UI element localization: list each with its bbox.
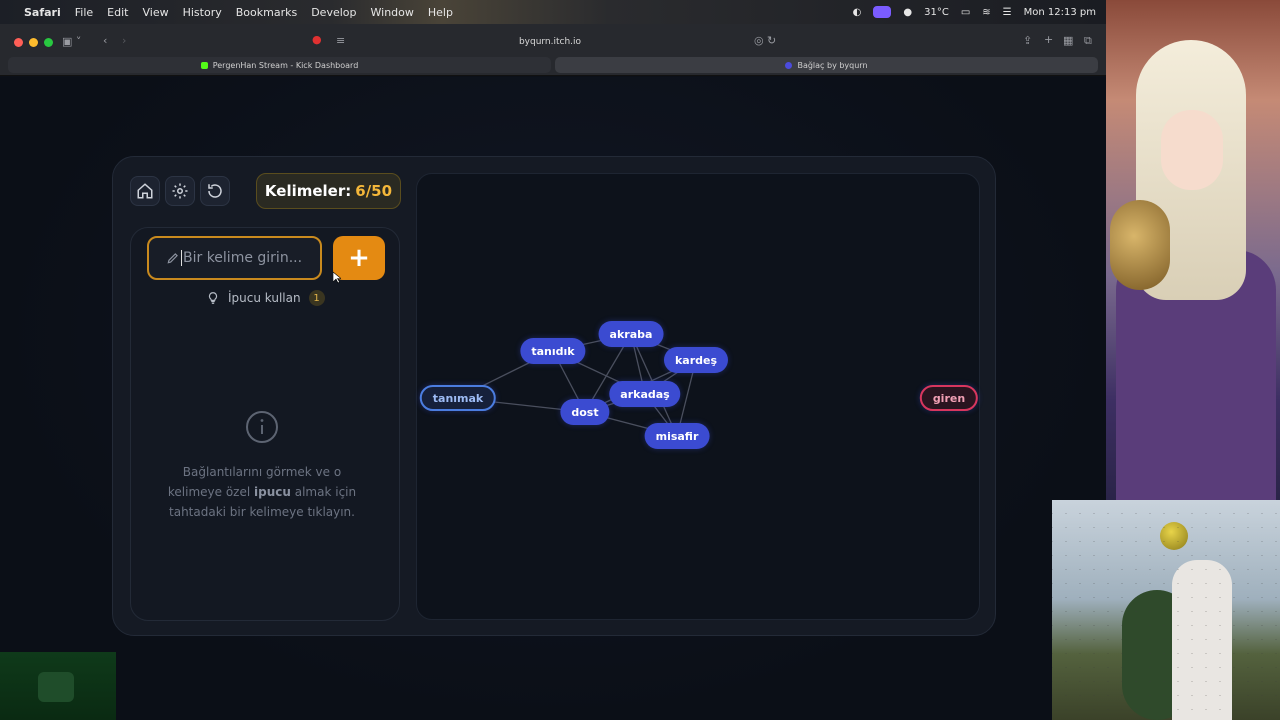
counter-value: 6/50 [355, 182, 393, 200]
connection-lines [457, 333, 697, 437]
lightbulb-icon [208, 292, 218, 304]
status-icon[interactable]: ◐ [853, 7, 862, 18]
info-text: Bağlantılarını görmek ve o kelimeye özel… [167, 465, 357, 519]
input-placeholder: Bir kelime girin... [181, 250, 303, 266]
menu-safari[interactable]: Safari [24, 6, 61, 19]
greenscreen-figure [38, 672, 74, 702]
side-panel: Bir kelime girin... + İpucu kullan 1 Bağ… [130, 227, 400, 621]
kick-favicon-icon [200, 61, 208, 69]
battery-icon[interactable]: ▭ [961, 7, 970, 18]
screen-share-icon[interactable] [873, 6, 892, 18]
menu-develop[interactable]: Develop [311, 6, 356, 19]
privacy-icon[interactable]: ◎ [754, 34, 764, 47]
gear-icon [172, 183, 188, 199]
tab-baglac[interactable]: Bağlaç by byqurn [555, 57, 1098, 73]
url-bar[interactable]: byqurn.itch.io [300, 33, 800, 51]
home-button[interactable] [130, 176, 160, 206]
back-icon[interactable]: ‹ [103, 34, 107, 47]
maximize-window-button[interactable] [44, 38, 53, 47]
word-node[interactable]: akraba [598, 321, 664, 347]
tab-label: Bağlaç by byqurn [797, 60, 868, 70]
word-board[interactable]: tanımak akraba tanıdık kardeş arkadaş do… [416, 173, 980, 620]
window-controls [14, 38, 53, 47]
menu-window[interactable]: Window [371, 6, 414, 19]
tab-kick-dashboard[interactable]: PergenHan Stream - Kick Dashboard [8, 57, 551, 73]
use-hint-button[interactable]: İpucu kullan 1 [206, 290, 325, 306]
webcam-fence [1052, 500, 1280, 720]
menu-file[interactable]: File [75, 6, 93, 19]
menu-view[interactable]: View [142, 6, 168, 19]
tab-overview-icon[interactable]: ⧉ [1084, 34, 1092, 48]
character-face [1161, 110, 1223, 190]
menu-bar: Safari File Edit View History Bookmarks … [0, 0, 1106, 24]
start-word-node[interactable]: tanımak [419, 385, 497, 411]
hint-label: İpucu kullan [228, 291, 301, 305]
word-node[interactable]: kardeş [663, 347, 729, 373]
webcam-overlay [1052, 500, 1280, 720]
word-input[interactable]: Bir kelime girin... [147, 236, 322, 280]
word-node[interactable]: arkadaş [609, 381, 681, 407]
menu-bookmarks[interactable]: Bookmarks [236, 6, 297, 19]
wifi-icon[interactable]: ≋ [982, 7, 990, 18]
word-node[interactable]: tanıdık [520, 338, 586, 364]
control-center-icon[interactable]: ☰ [1003, 7, 1012, 18]
weather-temperature[interactable]: 31°C [924, 7, 949, 18]
hint-count-badge: 1 [308, 290, 325, 306]
minimize-window-button[interactable] [29, 38, 38, 47]
word-node[interactable]: dost [560, 399, 610, 425]
info-icon [246, 411, 278, 443]
counter-label: Kelimeler: [264, 182, 352, 200]
restart-icon [208, 184, 222, 198]
new-tab-icon[interactable]: + [1044, 33, 1053, 46]
target-word-node[interactable]: giren [919, 385, 979, 411]
menu-help[interactable]: Help [428, 6, 453, 19]
record-icon[interactable]: ● [903, 7, 912, 18]
stream-art-overlay [1106, 0, 1280, 500]
mouse-cursor-icon [333, 272, 341, 284]
pencil-icon [167, 253, 178, 264]
tab-bar: PergenHan Stream - Kick Dashboard Bağlaç… [8, 57, 1098, 73]
browser-toolbar: ▣ ˅ ‹ › ● ≡ byqurn.itch.io ◎ ↻ ⇪ + ▦ ⧉ P… [0, 24, 1106, 76]
page: Kelimeler: 6/50 Bir kelime girin... + İp… [0, 77, 1106, 720]
reload-icon[interactable]: ↻ [767, 34, 776, 47]
settings-button[interactable] [165, 176, 195, 206]
clock[interactable]: Mon 12:13 pm [1024, 7, 1096, 18]
menu-history[interactable]: History [183, 6, 222, 19]
share-icon[interactable]: ⇪ [1023, 34, 1032, 47]
character-orb [1110, 200, 1170, 290]
close-window-button[interactable] [14, 38, 23, 47]
forward-icon[interactable]: › [122, 34, 126, 47]
restart-button[interactable] [200, 176, 230, 206]
itch-favicon-icon [785, 61, 793, 69]
tab-label: PergenHan Stream - Kick Dashboard [212, 60, 359, 70]
menu-edit[interactable]: Edit [107, 6, 128, 19]
sidebar-toggle-icon[interactable]: ▣ ˅ [62, 35, 81, 48]
tab-grid-icon[interactable]: ▦ [1063, 34, 1073, 47]
home-icon [137, 183, 153, 199]
word-counter: Kelimeler: 6/50 [256, 173, 401, 209]
word-node[interactable]: misafir [644, 423, 710, 449]
greenscreen-overlay [0, 652, 116, 720]
game-container: Kelimeler: 6/50 Bir kelime girin... + İp… [112, 156, 996, 636]
